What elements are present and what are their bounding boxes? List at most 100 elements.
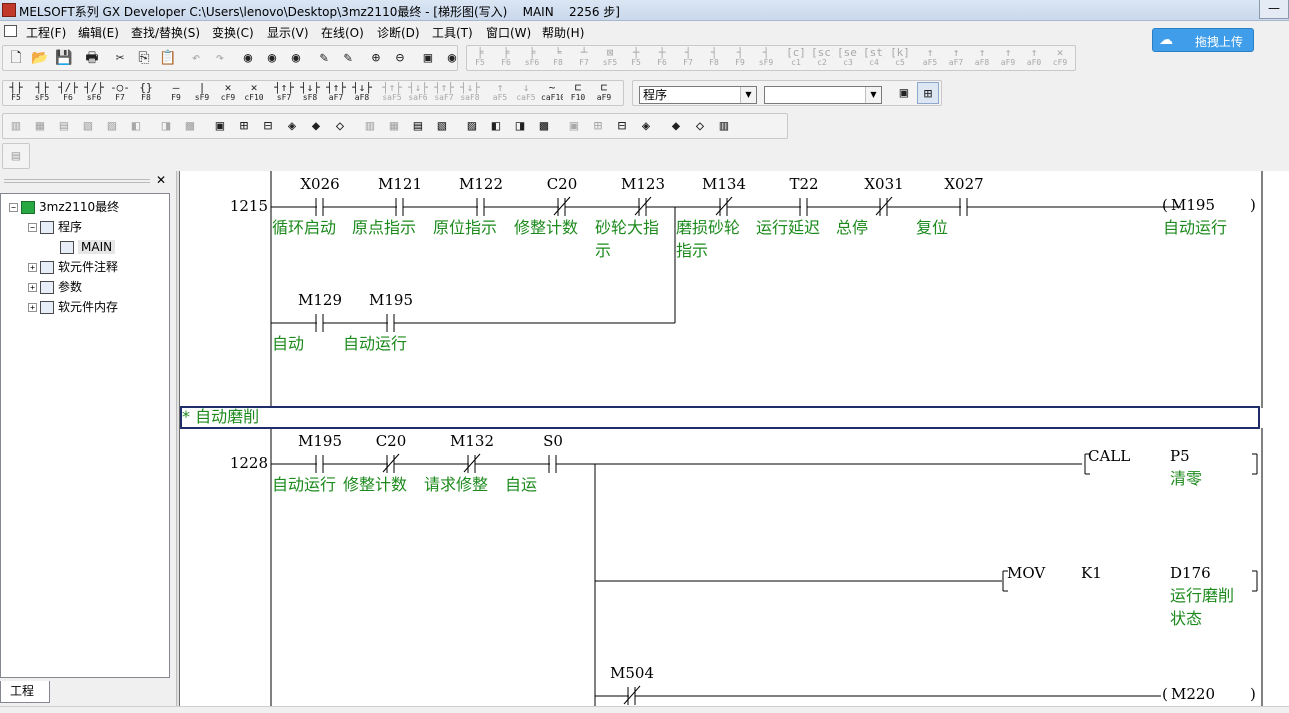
find-device-icon[interactable]: ◉ [237,47,259,69]
tab-project[interactable]: 工程 [0,681,50,703]
list-view-icon[interactable]: ▤ [5,145,27,167]
monitor-write-icon[interactable]: ◉ [441,47,463,69]
cut-icon[interactable]: ✂ [109,47,131,69]
menu-help[interactable]: 帮助(H) [542,24,584,41]
expand-icon[interactable]: + [28,263,37,272]
ladder-list-icon[interactable]: ⊟ [611,115,633,137]
sequence-icon[interactable]: ▧ [77,115,99,137]
ladder-key-c2-button[interactable]: [sc]c2 [811,47,833,69]
new-file-icon[interactable]: 🗋 [5,47,27,69]
ladder-key-f5-button[interactable]: ┼ F5 [625,47,647,69]
ladder-key-f6-button[interactable]: ┤/├ F6 [57,82,79,104]
ladder-key-f9-button[interactable]: ┤ F9 [729,47,751,69]
buffer-icon[interactable]: ⊞ [587,115,609,137]
zoom-icon[interactable]: ◨ [155,115,177,137]
collapse-icon[interactable]: − [9,203,18,212]
ladder-key-c4-button[interactable]: [st]c4 [863,47,885,69]
ladder-key-af7-button[interactable]: ↑ aF7 [945,47,967,69]
close-icon[interactable]: ✕ [154,174,168,186]
monitor-all-icon[interactable]: ◇ [329,115,351,137]
tree-node-project[interactable]: −3mz2110最终 [9,198,119,216]
save-icon[interactable]: 💾 [53,47,75,69]
menu-convert[interactable]: 变换(C) [212,24,254,41]
ladder-key-f5-button[interactable]: ┤├ F5 [5,82,27,104]
monitor-stop-icon[interactable]: ◆ [305,115,327,137]
find-step-icon[interactable]: ◉ [285,47,307,69]
zoom-out-icon[interactable]: ⊖ [389,47,411,69]
skip-icon[interactable]: ◧ [485,115,507,137]
ladder-key-af7-button[interactable]: ┤↑├ aF7 [325,82,347,104]
tree-node-parameter[interactable]: + 参数 [28,278,82,296]
ladder-key-saf7-button[interactable]: ┤↑├ saF7 [433,82,455,104]
partial-run-icon[interactable]: ◨ [509,115,531,137]
ladder-key-f8-button[interactable]: ┤ F8 [703,47,725,69]
device-display-icon[interactable]: ⊞ [917,82,939,104]
menu-tools[interactable]: 工具(T) [432,24,473,41]
menu-edit[interactable]: 编辑(E) [78,24,119,41]
instruction-icon[interactable]: ◆ [665,115,687,137]
segment-icon[interactable]: ▨ [101,115,123,137]
entry-icon[interactable]: ▤ [407,115,429,137]
ladder-key-cf10-button[interactable]: ✕ cF10 [243,82,265,104]
ladder-key-sf6-button[interactable]: ┤/├ sF6 [83,82,105,104]
ladder-key-f8-button[interactable]: {} F8 [135,82,157,104]
expand-icon[interactable]: + [28,283,37,292]
ladder-key-saf6-button[interactable]: ┤↓├ saF6 [407,82,429,104]
ladder-key-c1-button[interactable]: [c] c1 [785,47,807,69]
menu-online[interactable]: 在线(O) [321,24,364,41]
expand-icon[interactable]: + [28,303,37,312]
ladder-key-f7-button[interactable]: ┴ F7 [573,47,595,69]
ladder-key-f6-button[interactable]: ╞ F6 [495,47,517,69]
paste-icon[interactable]: 📋 [157,47,179,69]
ladder-key-sf7-button[interactable]: ┤↑├ sF7 [273,82,295,104]
device-use-icon[interactable]: ⊟ [257,115,279,137]
cross-ref-icon[interactable]: ⊞ [233,115,255,137]
read-mode-icon[interactable]: ▦ [383,115,405,137]
ladder-key-af5-button[interactable]: ↑ aF5 [919,47,941,69]
ladder-key-sf5-button[interactable]: ┤├ sF5 [31,82,53,104]
ladder-key-f7-button[interactable]: -○- F7 [109,82,131,104]
device-monitor-icon[interactable]: ◇ [689,115,711,137]
document-system-icon[interactable] [4,25,17,37]
write-icon[interactable]: ✎ [313,47,335,69]
ladder-key-f5-button[interactable]: ╞ F5 [469,47,491,69]
menu-find-replace[interactable]: 查找/替换(S) [131,24,200,41]
ladder-key-f10-button[interactable]: ⊏ F10 [567,82,589,104]
ladder-key-af9-button[interactable]: ⊏ aF9 [593,82,615,104]
ladder-key-saf8-button[interactable]: ┤↓├ saF8 [459,82,481,104]
transfer-icon[interactable]: ▥ [5,115,27,137]
tree-node-device-memory[interactable]: + 软元件内存 [28,298,118,316]
ladder-key-af8-button[interactable]: ↑ aF8 [971,47,993,69]
program-check-icon[interactable]: ◧ [125,115,147,137]
ladder-key-cf9-button[interactable]: ✕ cF9 [217,82,239,104]
find-instruction-icon[interactable]: ◉ [261,47,283,69]
minimize-button[interactable]: — [1259,0,1289,19]
panel-grip[interactable] [4,179,150,183]
tree-node-main[interactable]: MAIN [60,238,116,256]
ladder-key-f7-button[interactable]: ┤ F7 [677,47,699,69]
undo-icon[interactable]: ↶ [185,47,207,69]
column-icon[interactable]: ◈ [635,115,657,137]
step-run-icon[interactable]: ▨ [461,115,483,137]
ladder-key-c3-button[interactable]: [se]c3 [837,47,859,69]
sampling-icon[interactable]: ▩ [533,115,555,137]
comment-display-icon[interactable]: ▣ [893,82,915,104]
error-check-icon[interactable]: ▤ [53,115,75,137]
device-list-icon[interactable]: ▣ [209,115,231,137]
redo-icon[interactable]: ↷ [209,47,231,69]
ladder-key-af9-button[interactable]: ↑ aF9 [997,47,1019,69]
open-folder-icon[interactable]: 📂 [29,47,51,69]
ladder-key-sf6-button[interactable]: ╞ sF6 [521,47,543,69]
ladder-key-caf10-button[interactable]: ~ caF10 [541,82,563,104]
ladder-editor[interactable]: 1215 X026 循环启动 M121 原点指示 M122 原位指示 C20 修整计数 M123 砂… [179,171,1289,706]
ladder-key-sf8-button[interactable]: ┤↓├ sF8 [299,82,321,104]
menu-view[interactable]: 显示(V) [267,24,309,41]
device-batch-icon[interactable]: ▩ [179,115,201,137]
window-icon[interactable]: ▥ [713,115,735,137]
ladder-key-f6-button[interactable]: ┼ F6 [651,47,673,69]
ladder-key-af0-button[interactable]: ↑ aF0 [1023,47,1045,69]
ladder-key-c5-button[interactable]: [k] c5 [889,47,911,69]
monitor-icon[interactable]: ▣ [417,47,439,69]
timing-icon[interactable]: ▧ [431,115,453,137]
program-type-select[interactable]: 程序 ▼ [639,86,757,104]
